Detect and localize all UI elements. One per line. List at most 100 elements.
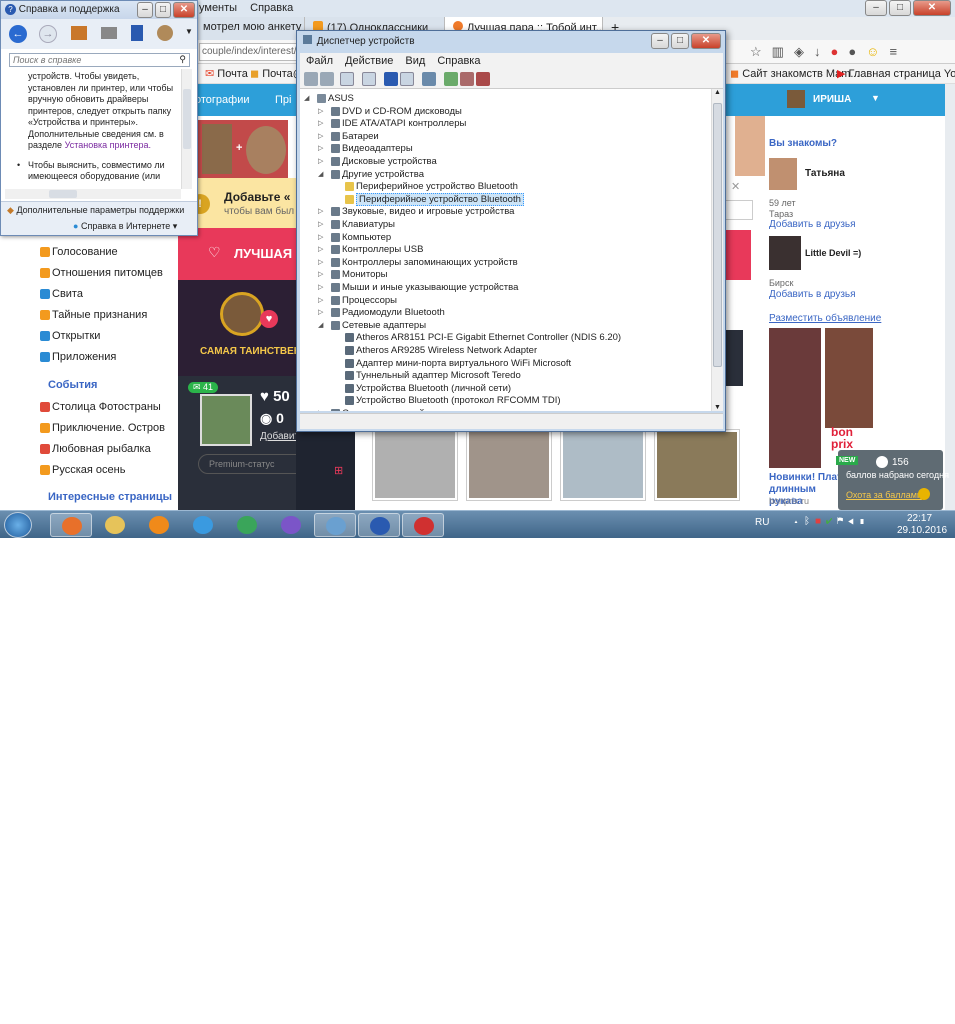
- messages-badge[interactable]: ✉ 41: [188, 382, 219, 393]
- close-button[interactable]: ✕: [173, 2, 195, 18]
- person-name[interactable]: Little Devil =): [805, 248, 861, 258]
- bookmark-mail[interactable]: ✉ Почта: [205, 67, 248, 80]
- avatar[interactable]: [769, 158, 797, 190]
- scroll-thumb[interactable]: [713, 103, 722, 367]
- help-hscrollbar[interactable]: [5, 189, 181, 199]
- antivirus-icon[interactable]: ■: [815, 516, 826, 527]
- expand-arrow-icon[interactable]: ▷: [318, 106, 323, 118]
- tree-category[interactable]: ▷ Дисковые устройства: [318, 156, 437, 168]
- tree-category[interactable]: ▷ Батареи: [318, 131, 379, 143]
- minimize-button[interactable]: –: [865, 0, 887, 16]
- maximize-button[interactable]: □: [671, 33, 689, 49]
- expand-arrow-icon[interactable]: ▷: [318, 156, 323, 168]
- tree-device[interactable]: Atheros AR9285 Wireless Network Adapter: [345, 345, 537, 357]
- taskbar-help[interactable]: [358, 513, 400, 537]
- input-box[interactable]: [723, 200, 753, 220]
- help-icon[interactable]: [384, 72, 398, 86]
- tree-category[interactable]: ▷ Клавиатуры: [318, 219, 395, 231]
- tree-device[interactable]: Atheros AR8151 PCI-E Gigabit Ethernet Co…: [345, 332, 621, 344]
- menu-help[interactable]: Справка: [431, 53, 486, 69]
- tree-category[interactable]: ▷ IDE ATA/ATAPI контроллеры: [318, 118, 466, 130]
- menu-help[interactable]: Справка: [250, 2, 293, 14]
- tree-device[interactable]: Адаптер мини-порта виртуального WiFi Mic…: [345, 358, 571, 370]
- expand-arrow-icon[interactable]: ▷: [318, 206, 323, 218]
- flag-icon[interactable]: ⚑: [837, 516, 848, 527]
- place-ad-link[interactable]: Разместить объявление: [769, 313, 881, 324]
- expand-arrow-icon[interactable]: ▷: [318, 408, 323, 411]
- expand-arrow-icon[interactable]: ▷: [318, 118, 323, 130]
- menu-item-cards[interactable]: Открытки: [40, 330, 100, 342]
- close-button[interactable]: ✕: [691, 33, 721, 49]
- console-tree-icon[interactable]: [340, 72, 354, 86]
- scroll-down-icon[interactable]: ▼: [714, 404, 721, 411]
- menu-item-voting[interactable]: Голосование: [40, 246, 118, 258]
- menu-item-photo-capital[interactable]: Столица Фотостраны: [40, 401, 161, 413]
- tree-category[interactable]: ◢ Сетевые адаптеры: [318, 320, 426, 332]
- tree-category[interactable]: ▷ Мониторы: [318, 269, 388, 281]
- tree-category[interactable]: ▷ DVD и CD-ROM дисководы: [318, 106, 462, 118]
- menu-item-pets[interactable]: Отношения питомцев: [40, 267, 163, 279]
- search-icon[interactable]: ⚲: [179, 54, 186, 65]
- forward-icon[interactable]: →: [39, 25, 57, 43]
- expand-arrow-icon[interactable]: ▷: [318, 282, 323, 294]
- home-icon[interactable]: [71, 26, 87, 40]
- nav-partial[interactable]: Прі: [275, 94, 291, 106]
- bookmark-youtube[interactable]: ▶ Главная страница Yo...: [837, 67, 955, 80]
- menu-documents[interactable]: ументы: [199, 2, 237, 14]
- menu-item-apps[interactable]: Приложения: [40, 351, 116, 363]
- forward-icon[interactable]: [320, 72, 334, 86]
- library-icon[interactable]: ▥: [772, 44, 794, 59]
- expand-arrow-icon[interactable]: ▷: [318, 295, 323, 307]
- tree-category[interactable]: ▷ Мыши и иные указывающие устройства: [318, 282, 518, 294]
- menu-file[interactable]: Файл: [300, 53, 339, 69]
- tree-device[interactable]: Туннельный адаптер Microsoft Teredo: [345, 370, 521, 382]
- tree-device[interactable]: Устройства Bluetooth (личной сети): [345, 383, 511, 395]
- winner-avatar[interactable]: [220, 292, 264, 336]
- maximize-button[interactable]: □: [889, 0, 911, 16]
- taskbar-chrome[interactable]: [226, 513, 268, 537]
- ad-image[interactable]: [825, 328, 873, 428]
- emoji-icon[interactable]: ☺: [866, 44, 889, 59]
- tree-category[interactable]: ▷ Контроллеры USB: [318, 244, 423, 256]
- expand-arrow-icon[interactable]: ▷: [318, 257, 323, 269]
- expand-arrow-icon[interactable]: ▷: [318, 244, 323, 256]
- clock-time[interactable]: 22:17: [907, 513, 932, 524]
- taskbar-toolbox[interactable]: [402, 513, 444, 537]
- side-promo[interactable]: [723, 230, 751, 280]
- points-notification[interactable]: NEW 156 баллов набрано сегодня Охота за …: [836, 450, 949, 510]
- user-avatar[interactable]: [787, 90, 805, 108]
- expand-arrow-icon[interactable]: ▷: [318, 307, 323, 319]
- star-icon[interactable]: ☆: [750, 44, 772, 59]
- browse-help-icon[interactable]: [131, 25, 143, 41]
- add-friend-link[interactable]: Добавить в друзья: [769, 289, 856, 300]
- print-icon[interactable]: [101, 27, 117, 39]
- taskbar-firefox[interactable]: [50, 513, 92, 537]
- tree-category[interactable]: ▷ Звуковые, видео и игровые устройства: [318, 206, 514, 218]
- gift-icon[interactable]: ⊞: [334, 464, 343, 477]
- menu-view[interactable]: Вид: [399, 53, 431, 69]
- taskbar-screen[interactable]: [314, 513, 356, 537]
- chevron-down-icon[interactable]: ▼: [871, 93, 880, 103]
- ad-image[interactable]: [769, 328, 821, 468]
- menu-item-fishing[interactable]: Любовная рыбалка: [40, 443, 151, 455]
- minimize-button[interactable]: –: [137, 2, 153, 18]
- maximize-button[interactable]: □: [155, 2, 171, 18]
- scroll-up-icon[interactable]: ▲: [714, 89, 721, 96]
- url-bar[interactable]: couple/index/interest/!fo: [199, 43, 299, 61]
- tree-category[interactable]: ▷ Контроллеры запоминающих устройств: [318, 257, 518, 269]
- person-name[interactable]: Татьяна: [805, 168, 845, 179]
- extension-icon[interactable]: ●: [848, 44, 866, 59]
- tab-profile[interactable]: мотрел мою анкету ...: [195, 17, 305, 41]
- volume-icon[interactable]: ◀: [848, 516, 859, 527]
- menu-item-autumn[interactable]: Русская осень: [40, 464, 125, 476]
- scroll-thumb[interactable]: [183, 89, 191, 149]
- menu-item-island[interactable]: Приключение. Остров: [40, 422, 165, 434]
- bluetooth-icon[interactable]: ᛒ: [804, 516, 815, 527]
- disable-device-icon[interactable]: [460, 72, 474, 86]
- tree-category[interactable]: ▷ Процессоры: [318, 295, 397, 307]
- menu-item-retinue[interactable]: Свита: [40, 288, 83, 300]
- collapse-arrow-icon[interactable]: ◢: [304, 93, 309, 105]
- collapse-arrow-icon[interactable]: ◢: [318, 320, 323, 332]
- brand-logo[interactable]: bon prix: [831, 426, 871, 450]
- avatar[interactable]: [769, 236, 801, 270]
